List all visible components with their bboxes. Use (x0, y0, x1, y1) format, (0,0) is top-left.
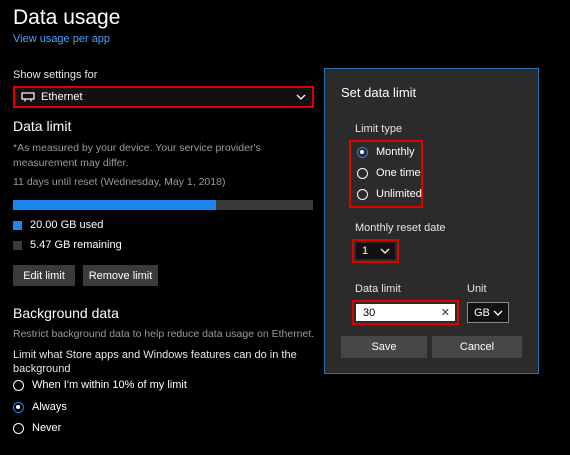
data-limit-value: 30 (363, 306, 376, 319)
ethernet-icon (21, 92, 35, 102)
bg-option-never[interactable]: Never (13, 422, 61, 434)
measurement-note: *As measured by your device. Your servic… (13, 142, 261, 169)
limit-type-unlimited[interactable]: Unlimited (357, 188, 422, 200)
remaining-swatch (13, 240, 22, 250)
radio-icon[interactable] (357, 188, 368, 200)
network-select-value: Ethernet (41, 91, 83, 103)
reset-date-value: 1 (362, 245, 369, 257)
dialog-title: Set data limit (341, 85, 417, 100)
background-data-desc: Restrict background data to help reduce … (13, 328, 315, 340)
network-select[interactable]: Ethernet (13, 86, 314, 108)
bg-option-label: Never (32, 422, 62, 434)
bg-option-label: Always (32, 401, 67, 413)
data-limit-input[interactable]: 30 ✕ (356, 304, 455, 321)
reset-info: 11 days until reset (Wednesday, May 1, 2… (13, 176, 226, 188)
reset-date-dropdown[interactable]: 1 (356, 243, 395, 259)
bg-option-always[interactable]: Always (13, 401, 67, 413)
radio-icon[interactable] (357, 167, 368, 179)
usage-progress-bar (13, 200, 313, 210)
background-data-question: Limit what Store apps and Windows featur… (13, 349, 297, 375)
used-label: 20.00 GB used (30, 219, 104, 231)
radio-selected-icon[interactable] (357, 146, 368, 158)
clear-icon[interactable]: ✕ (441, 306, 450, 319)
limit-type-label: Limit type (355, 123, 403, 135)
bg-option-label: When I'm within 10% of my limit (32, 379, 187, 391)
remove-limit-button[interactable]: Remove limit (83, 265, 158, 286)
page-title: Data usage (13, 6, 121, 29)
unit-label: Unit (467, 283, 487, 295)
chevron-down-icon (493, 310, 503, 316)
bg-option-within-limit[interactable]: When I'm within 10% of my limit (13, 379, 187, 391)
limit-type-option-label: Monthly (376, 146, 415, 158)
unit-dropdown[interactable]: GB (467, 302, 509, 323)
usage-progress-fill (13, 200, 216, 210)
chevron-down-icon (296, 94, 306, 100)
chevron-down-icon (380, 248, 390, 254)
unit-value: GB (474, 306, 490, 319)
radio-icon[interactable] (13, 379, 24, 391)
radio-selected-icon[interactable] (13, 401, 24, 413)
view-usage-link[interactable]: View usage per app (13, 33, 110, 45)
data-limit-field-label: Data limit (355, 283, 401, 295)
used-legend: 20.00 GB used (13, 219, 103, 231)
remaining-label: 5.47 GB remaining (30, 239, 122, 251)
show-settings-label: Show settings for (13, 69, 98, 81)
used-swatch (13, 220, 22, 230)
set-data-limit-dialog: Set data limit Limit type Monthly One ti… (324, 68, 539, 374)
limit-type-monthly[interactable]: Monthly (357, 146, 415, 158)
radio-icon[interactable] (13, 422, 24, 434)
reset-date-label: Monthly reset date (355, 222, 446, 234)
limit-type-option-label: One time (376, 167, 421, 179)
edit-limit-button[interactable]: Edit limit (13, 265, 75, 286)
background-data-heading: Background data (13, 305, 119, 321)
cancel-button[interactable]: Cancel (432, 336, 522, 358)
limit-type-one-time[interactable]: One time (357, 167, 421, 179)
save-button[interactable]: Save (341, 336, 427, 358)
limit-type-option-label: Unlimited (376, 188, 422, 200)
data-limit-heading: Data limit (13, 118, 72, 134)
remaining-legend: 5.47 GB remaining (13, 239, 122, 251)
